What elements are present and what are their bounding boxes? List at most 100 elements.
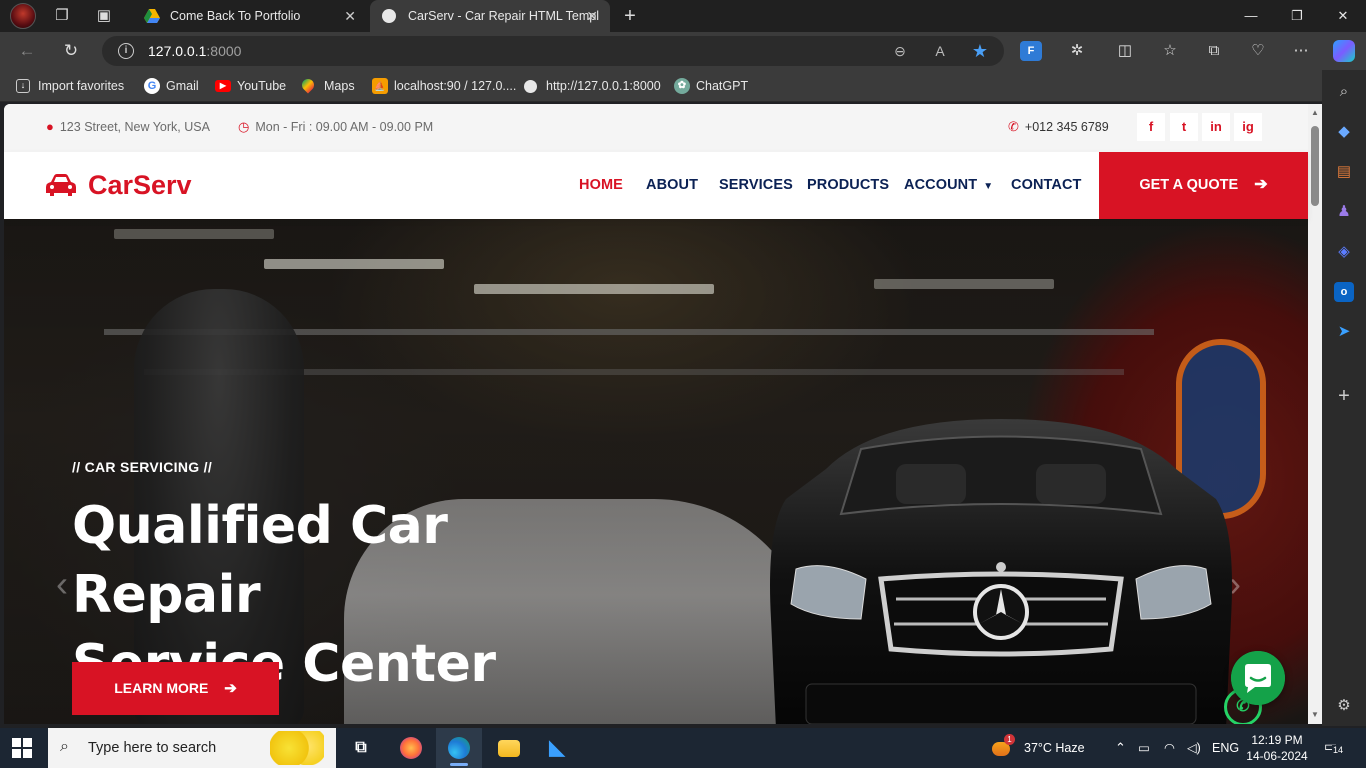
hours-info: ◷ Mon - Fri : 09.00 AM - 09.00 PM — [238, 104, 433, 150]
weather-text[interactable]: 37°C Haze — [1024, 728, 1085, 768]
phone-icon: ✆ — [1008, 119, 1019, 134]
favorite-star-icon[interactable]: ★ — [968, 39, 992, 63]
read-aloud-icon[interactable]: A — [928, 39, 952, 63]
fav-import[interactable]: ↓ Import favorites — [14, 70, 124, 102]
wifi-icon[interactable]: ◠ — [1164, 728, 1175, 768]
address-toolbar: ← ↻ i 127.0.0.1:8000 ⊖ A ★ F ✲ ◫ ☆ ⧉ ♡ ⋯ — [0, 32, 1366, 70]
nav-services[interactable]: SERVICES — [719, 152, 793, 218]
weather-badge: 1 — [1004, 734, 1015, 745]
copilot-icon[interactable] — [1333, 40, 1355, 62]
back-icon[interactable]: ← — [14, 39, 40, 63]
shopping-tag-icon[interactable]: ◆ — [1334, 122, 1354, 142]
fav-localhost-8000[interactable]: http://127.0.0.1:8000 — [522, 70, 661, 102]
workspaces-icon[interactable]: ❐ — [50, 4, 74, 28]
games-icon[interactable]: ♟ — [1334, 202, 1354, 222]
extension-f-icon[interactable]: F — [1020, 41, 1042, 61]
fav-maps[interactable]: Maps — [299, 70, 355, 102]
fav-label: ChatGPT — [696, 79, 749, 93]
zoom-icon[interactable]: ⊖ — [888, 39, 912, 63]
send-icon[interactable]: ➤ — [1334, 322, 1354, 342]
globe-icon — [382, 9, 396, 23]
vscode-icon[interactable]: ◣ — [534, 728, 580, 768]
language-indicator[interactable]: ENG — [1212, 728, 1239, 768]
split-screen-icon[interactable]: ◫ — [1113, 39, 1137, 63]
minimize-icon[interactable]: — — [1228, 0, 1274, 32]
favorites-icon[interactable]: ☆ — [1158, 39, 1182, 63]
nav-contact[interactable]: CONTACT — [1011, 152, 1082, 218]
chat-widget-icon[interactable] — [1231, 651, 1285, 705]
nav-products[interactable]: PRODUCTS — [807, 152, 889, 218]
mercedes-car-image — [770, 419, 1232, 724]
url-text[interactable]: 127.0.0.1:8000 — [148, 36, 241, 66]
scroll-up-icon[interactable]: ▲ — [1310, 108, 1320, 118]
performance-icon[interactable]: ♡ — [1246, 39, 1270, 63]
new-tab-icon[interactable]: + — [618, 4, 642, 28]
browser-tab-strip: ❐ ▣ Come Back To Portfolio ✕ CarServ - C… — [0, 0, 1366, 32]
file-explorer-icon[interactable] — [486, 728, 532, 768]
task-view-icon[interactable]: ⧉ — [338, 728, 384, 768]
battery-icon[interactable]: ▭ — [1138, 728, 1150, 768]
linkedin-icon[interactable]: in — [1202, 113, 1230, 141]
outlook-icon[interactable]: o — [1334, 282, 1354, 302]
more-menu-icon[interactable]: ⋯ — [1289, 39, 1313, 63]
extensions-icon[interactable]: ✲ — [1065, 39, 1089, 63]
tab-title: CarServ - Car Repair HTML Templ — [408, 9, 600, 23]
taskbar-clock[interactable]: 12:19 PM 14-06-2024 — [1246, 732, 1308, 764]
restore-icon[interactable]: ❐ — [1274, 0, 1320, 32]
close-tab-icon[interactable]: ✕ — [586, 0, 598, 32]
scroll-thumb[interactable] — [1311, 126, 1319, 206]
volume-icon[interactable]: ◁) — [1187, 728, 1201, 768]
carousel-prev-icon[interactable]: ‹ — [56, 564, 86, 604]
fav-youtube[interactable]: ▶ YouTube — [213, 70, 286, 102]
taskbar-search-placeholder: Type here to search — [88, 740, 217, 756]
facebook-icon[interactable]: f — [1137, 113, 1165, 141]
twitter-icon[interactable]: t — [1170, 113, 1198, 141]
search-icon[interactable]: ⌕ — [1334, 82, 1354, 102]
search-icon: ⌕ — [60, 738, 69, 755]
close-tab-icon[interactable]: ✕ — [344, 0, 356, 32]
tab-portfolio[interactable]: Come Back To Portfolio ✕ — [132, 0, 368, 32]
sidebar-settings-icon[interactable]: ⚙ — [1334, 696, 1354, 716]
hero-carousel: // CAR SERVICING // Qualified Car Repair… — [4, 219, 1308, 724]
tray-chevron-icon[interactable]: ⌃ — [1115, 728, 1126, 768]
collections-icon[interactable]: ⧉ — [1202, 39, 1226, 63]
learn-more-button[interactable]: LEARN MORE ➔ — [72, 662, 279, 715]
tab-carserv[interactable]: CarServ - Car Repair HTML Templ ✕ — [370, 0, 610, 32]
windows-start-icon[interactable] — [12, 738, 32, 758]
nav-home[interactable]: HOME — [579, 152, 623, 218]
fav-gmail[interactable]: G Gmail — [142, 70, 199, 102]
close-window-icon[interactable]: ✕ — [1320, 0, 1366, 32]
page-scrollbar[interactable]: ▲ ▼ — [1308, 104, 1322, 724]
notification-icon[interactable]: ▭ 14 — [1324, 738, 1346, 758]
profile-avatar[interactable] — [10, 3, 36, 29]
refresh-icon[interactable]: ↻ — [58, 39, 84, 63]
taskbar-search[interactable]: ⌕ Type here to search — [48, 728, 336, 768]
edge-taskbar-icon[interactable] — [436, 728, 482, 768]
fav-localhost[interactable]: ⛵ localhost:90 / 127.0.... — [370, 70, 516, 102]
fav-label: Import favorites — [38, 79, 125, 93]
scroll-down-icon[interactable]: ▼ — [1310, 710, 1320, 720]
brand-logo[interactable]: CarServ — [46, 152, 192, 219]
garage-light — [474, 284, 714, 294]
chevron-down-icon: ▼ — [983, 181, 994, 192]
nav-account[interactable]: ACCOUNT ▼ — [904, 152, 993, 220]
add-sidebar-app-icon[interactable]: + — [1334, 386, 1354, 406]
fav-chatgpt[interactable]: ✿ ChatGPT — [672, 70, 748, 102]
favorites-bar: ↓ Import favorites G Gmail ▶ YouTube Map… — [0, 70, 1366, 102]
instagram-icon[interactable]: ig — [1234, 113, 1262, 141]
site-topbar: ● 123 Street, New York, USA ◷ Mon - Fri : … — [4, 104, 1308, 152]
url-port: :8000 — [206, 43, 242, 59]
site-info-icon[interactable]: i — [118, 43, 134, 59]
address-bar[interactable]: i 127.0.0.1:8000 ⊖ A ★ — [102, 36, 1004, 66]
copilot-side-icon[interactable]: ◈ — [1334, 242, 1354, 262]
tab-actions-icon[interactable]: ▣ — [92, 4, 116, 28]
firefox-icon[interactable] — [388, 728, 434, 768]
tools-icon[interactable]: ▤ — [1334, 162, 1354, 182]
nav-about[interactable]: ABOUT — [646, 152, 698, 218]
get-quote-button[interactable]: GET A QUOTE ➔ — [1099, 152, 1308, 219]
hero-eyebrow: // CAR SERVICING // — [72, 459, 213, 475]
weather-icon[interactable]: 1 — [992, 728, 1015, 768]
fav-label: Maps — [324, 79, 355, 93]
active-app-indicator — [450, 763, 468, 766]
nav-account-label: ACCOUNT — [904, 177, 978, 193]
